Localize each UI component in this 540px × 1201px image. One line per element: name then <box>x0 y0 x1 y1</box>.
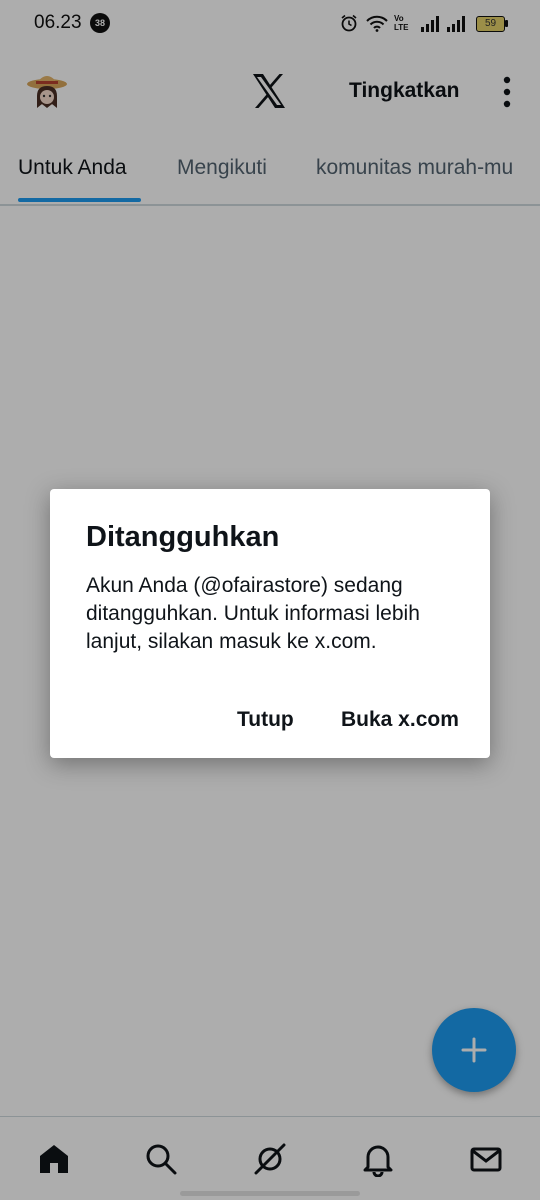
home-indicator[interactable] <box>180 1191 360 1196</box>
open-x-com-button[interactable]: Buka x.com <box>341 708 459 732</box>
dialog-title: Ditangguhkan <box>86 521 280 553</box>
close-button[interactable]: Tutup <box>237 708 294 732</box>
app-screen: 06.23 38 Vo LTE 59 Tingkatkan Untuk Anda… <box>0 0 540 1201</box>
dialog-message: Akun Anda (@ofairastore) sedang ditanggu… <box>86 574 420 653</box>
suspended-dialog: Ditangguhkan Akun Anda (@ofairastore) se… <box>50 489 490 758</box>
